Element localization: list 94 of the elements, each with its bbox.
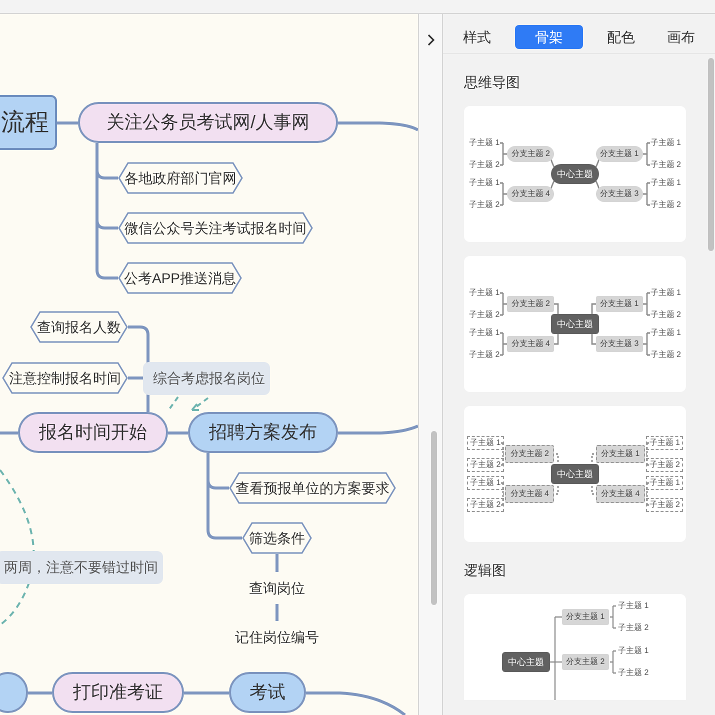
- branch-topic: 分支主题 1: [596, 445, 645, 463]
- connector-line: [57, 122, 78, 124]
- subtopic: 子主题 2: [646, 458, 683, 472]
- subtopic: 子主题 2: [649, 199, 682, 211]
- central-topic: 中心主题: [551, 164, 599, 184]
- branch-topic: 分支主题 2: [507, 146, 554, 162]
- connector-line: [641, 182, 651, 206]
- connector-line: [499, 142, 509, 166]
- subtopic-node[interactable]: 查看预报单位的方案要求: [229, 472, 396, 504]
- connector-line: [0, 432, 18, 434]
- template-card[interactable]: 中心主题 分支主题 2 子主题 1 子主题 2 分支主题 1 子主题 1 子主题 2 分支主题 4 子主题 1 子主题 2 分支主题 4 子主题 1 子主题 2: [464, 406, 686, 542]
- subtopic: 子主题 2: [468, 349, 501, 361]
- subtopic: 子主题 1: [468, 327, 501, 339]
- subtopic: 子主题 1: [467, 476, 504, 490]
- topic-node[interactable]: 考试: [229, 672, 306, 713]
- template-card[interactable]: 中心主题 分支主题 1 子主题 1 子主题 2 分支主题 2 子主题 1 子主题 2: [464, 594, 686, 700]
- subtopic: 子主题 2: [468, 199, 501, 211]
- subtopic-node[interactable]: 微信公众号关注考试报名时间: [118, 212, 313, 244]
- subtopic: 子主题 1: [649, 137, 682, 149]
- branch-topic: 分支主题 4: [507, 336, 554, 352]
- branch-topic: 分支主题 2: [562, 654, 609, 670]
- subtopic: 子主题 2: [649, 349, 682, 361]
- subtopic: 子主题 1: [646, 476, 683, 490]
- connector-line: [499, 332, 509, 356]
- branch-topic: 分支主题 3: [596, 186, 643, 202]
- section-title: 思维导图: [464, 73, 521, 92]
- topic-text[interactable]: 查询岗位: [240, 574, 314, 602]
- central-topic: 中心主题: [502, 652, 550, 672]
- branch-topic: 分支主题 4: [596, 485, 645, 503]
- topic-node[interactable]: 招聘方案发布: [188, 412, 338, 453]
- dashed-arrow: [167, 396, 209, 412]
- subtopic-node[interactable]: 筛选条件: [242, 522, 312, 554]
- chevron-right-icon[interactable]: [426, 34, 434, 46]
- connector-line: [641, 142, 651, 166]
- subtopic: 子主题 1: [468, 287, 501, 299]
- connector-line: [609, 605, 617, 629]
- subtopic: 子主题 1: [646, 436, 683, 450]
- topic-node[interactable]: 打印准考证: [52, 672, 184, 713]
- topic-node[interactable]: 关注公务员考试网/人事网: [78, 102, 338, 143]
- floating-label[interactable]: 综合考虑报名岗位: [143, 362, 270, 395]
- subtopic: 子主题 1: [468, 177, 501, 189]
- subtopic-node[interactable]: 注意控制报名时间: [2, 362, 128, 394]
- subtopic: 子主题 2: [646, 498, 683, 512]
- branch-topic: 分支主题 1: [562, 609, 609, 625]
- subtopic-node[interactable]: 各地政府部门官网: [118, 162, 243, 194]
- tab[interactable]: 样式: [455, 24, 499, 48]
- connector-line: [184, 692, 229, 694]
- subtopic: 子主题 2: [468, 309, 501, 321]
- subtopic: 子主题 1: [649, 287, 682, 299]
- root-topic[interactable]: 流程: [0, 95, 57, 150]
- subtopic: 子主题 1: [617, 600, 650, 612]
- subtopic: 子主题 2: [649, 159, 682, 171]
- subtopic-node[interactable]: 公考APP推送消息: [118, 262, 242, 294]
- connector-line: [641, 292, 651, 316]
- floating-label[interactable]: 两周，注意不要错过时间: [0, 551, 163, 584]
- section-title: 逻辑图: [464, 561, 507, 580]
- subtopic: 子主题 2: [468, 159, 501, 171]
- branch-topic: 分支主题 4: [505, 485, 554, 503]
- branch-topic: 分支主题 1: [596, 146, 643, 162]
- subtopic: 子主题 2: [467, 458, 504, 472]
- template-card[interactable]: 中心主题 分支主题 2 子主题 1 子主题 2 分支主题 1 子主题 1 子主题 2 分支主题 4 子主题 1 子主题 2 分支主题 3 子主题 1 子主题 2: [464, 106, 686, 242]
- connector-line: [168, 432, 188, 434]
- scrollbar[interactable]: [708, 58, 714, 251]
- tab[interactable]: 配色: [599, 24, 643, 48]
- central-topic: 中心主题: [551, 464, 599, 484]
- subtopic: 子主题 1: [468, 137, 501, 149]
- topic-node[interactable]: [0, 672, 28, 713]
- connector-line: [28, 692, 52, 694]
- branch-topic: 分支主题 4: [507, 186, 554, 202]
- subtopic: 子主题 1: [649, 327, 682, 339]
- branch-topic: 分支主题 2: [505, 445, 554, 463]
- subtopic: 子主题 2: [617, 667, 650, 679]
- branch-topic: 分支主题 3: [596, 336, 643, 352]
- connector-line: [609, 650, 617, 674]
- central-topic: 中心主题: [551, 314, 599, 334]
- tab[interactable]: 画布: [659, 24, 703, 48]
- branch-topic: 分支主题 2: [507, 296, 554, 312]
- connector-line: [641, 332, 651, 356]
- scrollbar[interactable]: [431, 431, 437, 605]
- subtopic: 子主题 2: [649, 309, 682, 321]
- topic-text[interactable]: 记住岗位编号: [226, 623, 328, 651]
- subtopic: 子主题 2: [617, 622, 650, 634]
- branch-topic: 分支主题 1: [596, 296, 643, 312]
- topic-node[interactable]: 报名时间开始: [18, 412, 168, 453]
- subtopic: 子主题 1: [467, 436, 504, 450]
- subtopic: 子主题 2: [467, 498, 504, 512]
- subtopic-node[interactable]: 查询报名人数: [30, 311, 128, 343]
- subtopic: 子主题 1: [617, 645, 650, 657]
- connector-line: [499, 182, 509, 206]
- tab[interactable]: 骨架: [515, 24, 583, 48]
- connector-line: [499, 292, 509, 316]
- subtopic: 子主题 1: [649, 177, 682, 189]
- template-card[interactable]: 中心主题 分支主题 2 子主题 1 子主题 2 分支主题 1 子主题 1 子主题 2 分支主题 4 子主题 1 子主题 2 分支主题 3 子主题 1 子主题 2: [464, 256, 686, 392]
- connector-line: [276, 552, 278, 622]
